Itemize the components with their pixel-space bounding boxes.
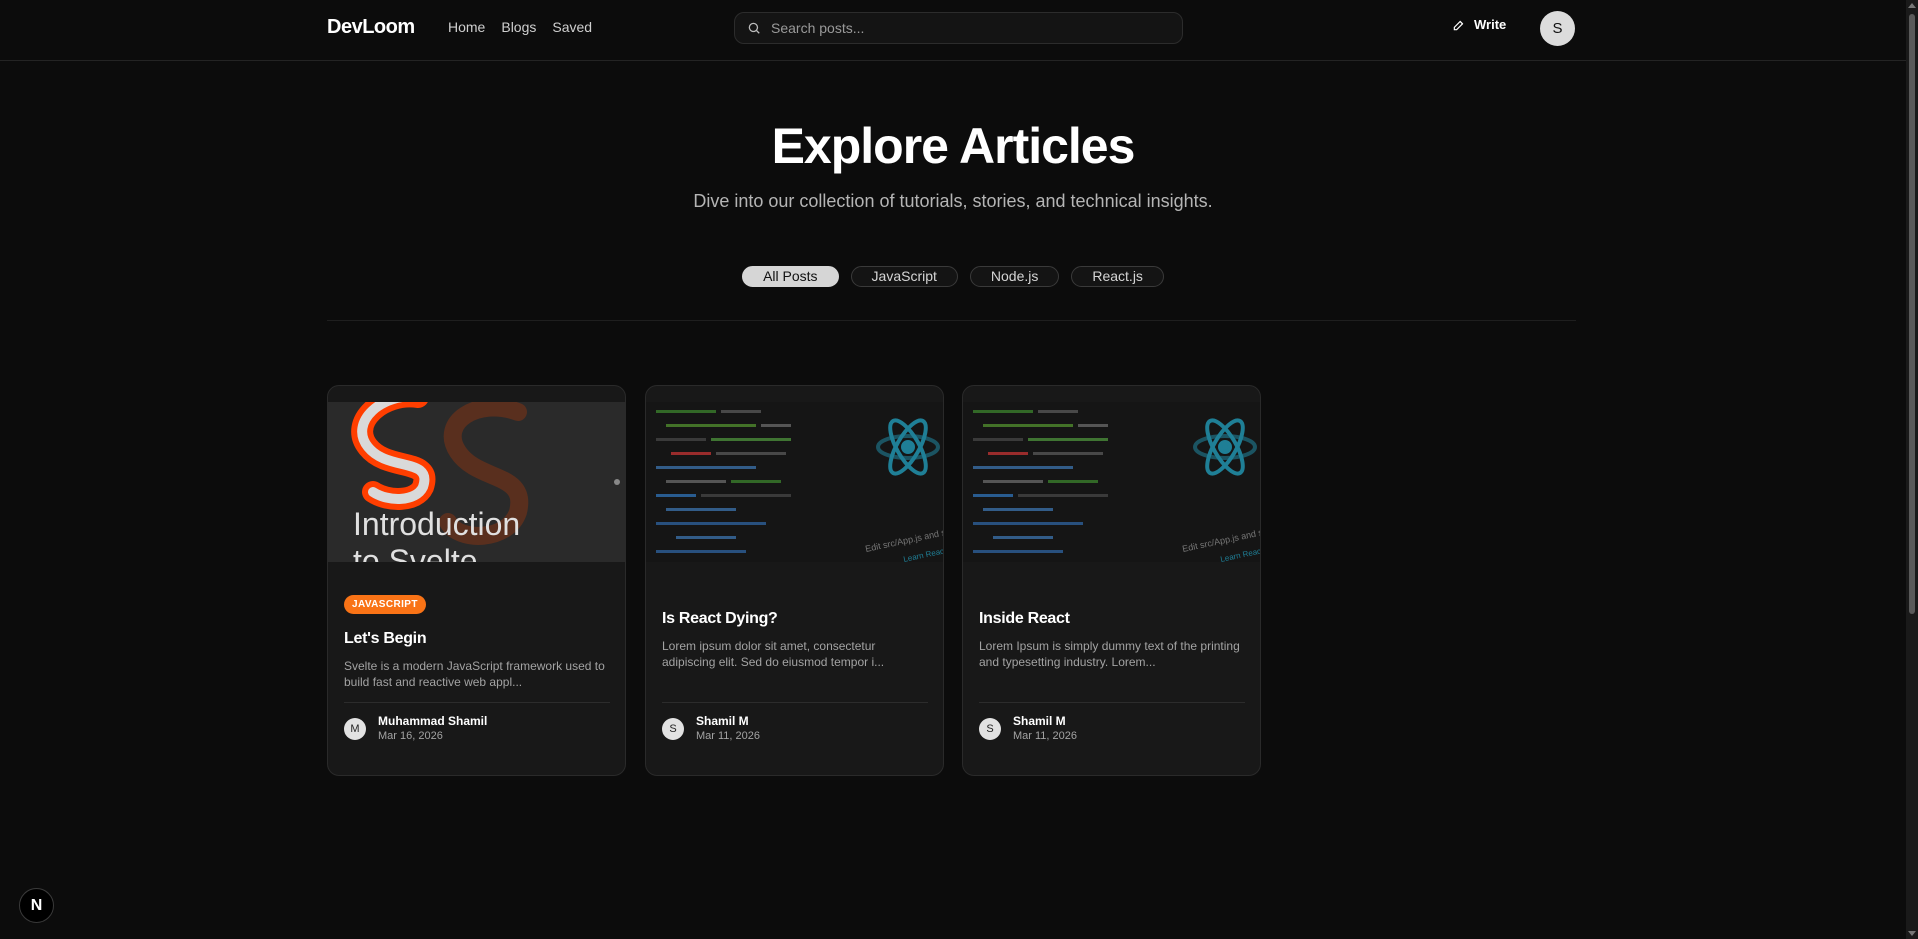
page-scrollbar[interactable] — [1906, 0, 1918, 939]
post-cover-image: Edit src/App.js and save to Learn React — [646, 402, 943, 562]
filter-javascript[interactable]: JavaScript — [850, 266, 958, 287]
filter-all-posts[interactable]: All Posts — [742, 266, 839, 287]
post-card[interactable]: Edit src/App.js and save to Learn React … — [645, 385, 944, 776]
post-date: Mar 11, 2026 — [696, 730, 761, 742]
post-title[interactable]: Is React Dying? — [662, 610, 778, 628]
author-avatar: M — [344, 718, 366, 740]
search-input[interactable] — [771, 20, 1171, 36]
section-divider — [327, 320, 1576, 321]
post-title[interactable]: Let's Begin — [344, 630, 427, 648]
nav-links: Home Blogs Saved — [448, 19, 592, 35]
cover-text-line-1: Introduction — [353, 506, 520, 542]
post-card[interactable]: Edit src/App.js and save to Learn React … — [962, 385, 1261, 776]
write-button[interactable]: Write — [1452, 17, 1506, 32]
card-divider — [979, 702, 1245, 703]
card-divider — [662, 702, 928, 703]
page-title: Explore Articles — [771, 118, 1136, 174]
author-avatar: S — [979, 718, 1001, 740]
post-excerpt: Lorem ipsum dolor sit amet, consectetur … — [662, 639, 885, 669]
search-box[interactable] — [734, 12, 1183, 44]
post-excerpt: Lorem Ipsum is simply dummy text of the … — [979, 639, 1240, 669]
search-icon — [748, 22, 760, 34]
user-avatar[interactable]: S — [1540, 11, 1575, 46]
post-excerpt: Svelte is a modern JavaScript framework … — [344, 659, 605, 689]
post-date: Mar 11, 2026 — [1013, 730, 1078, 742]
category-badge: JAVASCRIPT — [344, 595, 426, 614]
cover-text-line-2: to Svelte — [353, 543, 478, 562]
scrollbar-thumb[interactable] — [1909, 14, 1915, 614]
nextjs-dev-indicator-button[interactable]: N — [19, 888, 54, 923]
post-cover-image: Edit src/App.js and save to Learn React — [963, 402, 1260, 562]
nav-link-home[interactable]: Home — [448, 19, 485, 35]
author-name: Shamil M — [696, 714, 749, 728]
author-name: Shamil M — [1013, 714, 1066, 728]
author-avatar: S — [662, 718, 684, 740]
post-title[interactable]: Inside React — [979, 610, 1070, 628]
nav-link-blogs[interactable]: Blogs — [501, 19, 536, 35]
brand-logo[interactable]: DevLoom — [327, 16, 415, 39]
page-subtitle: Dive into our collection of tutorials, s… — [693, 191, 1213, 211]
post-date: Mar 16, 2026 — [378, 730, 443, 742]
post-card[interactable]: Introduction to Svelte JAVASCRIPT Let's … — [327, 385, 626, 776]
post-cover-image: Introduction to Svelte — [328, 402, 625, 562]
author-name: Muhammad Shamil — [378, 714, 488, 728]
filter-reactjs[interactable]: React.js — [1071, 266, 1164, 287]
write-label: Write — [1474, 17, 1507, 32]
edit-icon — [1453, 20, 1464, 30]
category-filters: All Posts JavaScript Node.js React.js — [0, 266, 1906, 287]
scroll-up-arrow-icon[interactable] — [1908, 3, 1916, 8]
top-navbar: DevLoom Home Blogs Saved Write S — [0, 0, 1906, 61]
scroll-down-arrow-icon[interactable] — [1908, 931, 1916, 936]
filter-nodejs[interactable]: Node.js — [969, 266, 1060, 287]
card-divider — [344, 702, 610, 703]
nav-link-saved[interactable]: Saved — [552, 19, 592, 35]
